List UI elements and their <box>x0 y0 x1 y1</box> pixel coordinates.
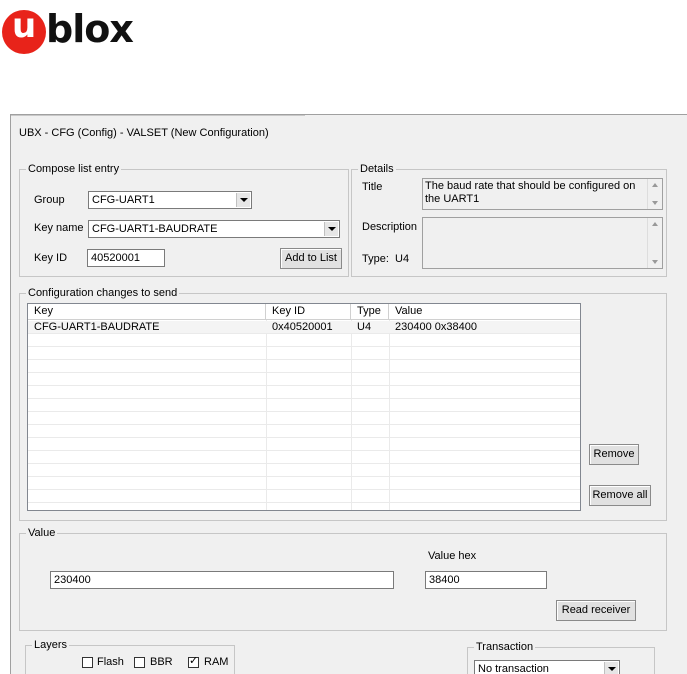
value-hex-input[interactable]: 38400 <box>425 571 547 589</box>
keyid-label: Key ID <box>34 252 68 264</box>
title-field-value: The baud rate that should be configured … <box>425 180 636 205</box>
column-header-keyid[interactable]: Key ID <box>266 304 351 320</box>
empty-row <box>28 477 580 490</box>
scroll-down-icon[interactable] <box>652 260 658 264</box>
ram-checkbox[interactable]: ✓ <box>188 655 199 668</box>
scroll-down-icon[interactable] <box>652 201 658 205</box>
logo-text: blox <box>46 7 134 51</box>
flash-checkbox[interactable] <box>82 657 93 668</box>
tab-strip-line <box>11 115 305 118</box>
transaction-group: Transaction No transaction <box>467 640 655 674</box>
title-label: Title <box>362 181 383 193</box>
title-scrollbar[interactable] <box>647 179 662 209</box>
layers-group-label: Layers <box>32 638 70 652</box>
scroll-up-icon[interactable] <box>652 222 658 226</box>
ublox-logo: u blox <box>0 0 160 60</box>
check-icon: ✓ <box>189 655 199 667</box>
transaction-group-label: Transaction <box>474 640 536 654</box>
details-group-label: Details <box>358 162 396 176</box>
keyid-input-value: 40520001 <box>91 252 140 264</box>
add-to-list-button[interactable]: Add to List <box>280 248 342 269</box>
bbr-label: BBR <box>150 656 173 668</box>
keyname-label: Key name <box>34 222 84 234</box>
column-header-value[interactable]: Value <box>389 304 580 320</box>
empty-row <box>28 347 580 360</box>
remove-button[interactable]: Remove <box>589 444 639 465</box>
chevron-down-icon[interactable] <box>604 662 618 674</box>
description-field <box>422 217 663 269</box>
keyname-select-value: CFG-UART1-BAUDRATE <box>92 223 218 235</box>
chevron-down-icon[interactable] <box>236 193 250 207</box>
chevron-down-icon[interactable] <box>324 222 338 236</box>
empty-row <box>28 399 580 412</box>
type-label: Type: <box>362 253 389 265</box>
window-title: UBX - CFG (Config) - VALSET (New Configu… <box>19 127 269 139</box>
description-label: Description <box>362 221 418 233</box>
value-input-value: 230400 <box>54 574 91 586</box>
bbr-checkbox[interactable] <box>134 657 145 668</box>
value-group-label: Value <box>26 526 58 540</box>
value-input[interactable]: 230400 <box>50 571 394 589</box>
logo-u: u <box>12 6 37 46</box>
row-value: 230400 0x38400 <box>395 321 477 333</box>
group-select-value: CFG-UART1 <box>92 194 155 206</box>
table-row[interactable]: CFG-UART1-BAUDRATE 0x40520001 U4 230400 … <box>28 321 580 334</box>
details-group: Details Title The baud rate that should … <box>351 162 667 277</box>
empty-row <box>28 490 580 503</box>
config-window: UBX - CFG (Config) - VALSET (New Configu… <box>10 114 687 674</box>
title-field: The baud rate that should be configured … <box>422 178 663 210</box>
empty-row <box>28 334 580 347</box>
type-value: U4 <box>395 253 410 265</box>
value-hex-label: Value hex <box>428 550 477 562</box>
empty-row <box>28 373 580 386</box>
column-header-type[interactable]: Type <box>351 304 389 320</box>
empty-row <box>28 451 580 464</box>
changes-list[interactable]: Key Key ID Type Value CFG-UART1-BAUDRATE… <box>27 303 581 511</box>
changes-group-label: Configuration changes to send <box>26 286 180 300</box>
ram-label: RAM <box>204 656 229 668</box>
row-type: U4 <box>357 321 372 333</box>
row-keyid: 0x40520001 <box>272 321 333 333</box>
value-group: Value 230400 Value hex 38400 Read receiv… <box>19 526 667 631</box>
empty-row <box>28 412 580 425</box>
column-header-key[interactable]: Key <box>28 304 266 320</box>
keyid-input[interactable]: 40520001 <box>87 249 165 267</box>
layers-group: Layers Flash BBR ✓ RAM <box>25 638 235 674</box>
flash-label: Flash <box>97 656 124 668</box>
transaction-select[interactable]: No transaction <box>474 660 620 674</box>
remove-all-button[interactable]: Remove all <box>589 485 651 506</box>
compose-group-label: Compose list entry <box>26 162 122 176</box>
empty-row <box>28 386 580 399</box>
scroll-up-icon[interactable] <box>652 183 658 187</box>
read-receiver-button[interactable]: Read receiver <box>556 600 636 621</box>
value-hex-input-value: 38400 <box>429 574 460 586</box>
description-scrollbar[interactable] <box>647 218 662 268</box>
empty-row <box>28 464 580 477</box>
compose-group: Compose list entry Group CFG-UART1 Key n… <box>19 162 349 277</box>
group-label: Group <box>34 194 65 206</box>
empty-row <box>28 360 580 373</box>
empty-row <box>28 425 580 438</box>
empty-row <box>28 438 580 451</box>
row-key: CFG-UART1-BAUDRATE <box>34 321 160 333</box>
group-select[interactable]: CFG-UART1 <box>88 191 252 209</box>
transaction-select-value: No transaction <box>478 663 549 674</box>
keyname-select[interactable]: CFG-UART1-BAUDRATE <box>88 220 340 238</box>
